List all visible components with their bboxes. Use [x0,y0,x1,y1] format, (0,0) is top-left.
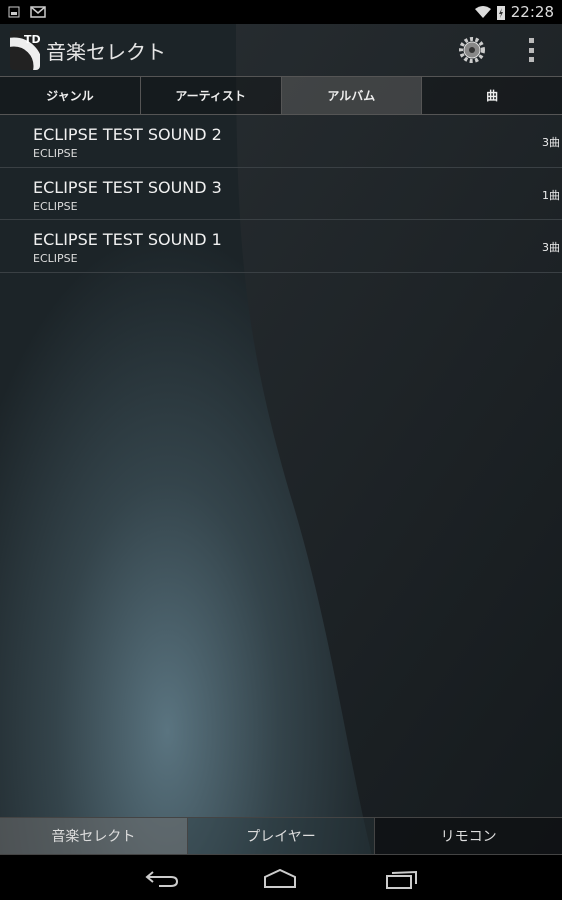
tab-genre[interactable]: ジャンル [0,77,140,114]
home-icon[interactable] [263,869,297,889]
list-item[interactable]: ECLIPSE TEST SOUND 3 ECLIPSE 1曲 [0,168,562,220]
album-artist: ECLIPSE [33,252,78,265]
song-count: 3曲 [542,136,560,149]
app: 22:28 TD 音楽セレクト ジャンル アーティスト アルバム 曲 ECLIP… [0,0,562,900]
album-list: ECLIPSE TEST SOUND 2 ECLIPSE 3曲 ECLIPSE TE… [0,115,562,273]
tab-player[interactable]: プレイヤー [186,818,375,854]
clock: 22:28 [510,3,554,21]
page-title: 音楽セレクト [46,39,166,64]
album-artist: ECLIPSE [33,147,78,160]
song-count: 3曲 [542,241,560,254]
tab-album[interactable]: アルバム [280,77,422,114]
nav-bar [0,855,562,900]
wifi-icon [474,6,491,18]
battery-charging-icon [496,5,505,20]
settings-gear-icon[interactable] [458,36,486,64]
back-icon[interactable] [145,869,179,889]
image-icon [8,6,20,18]
action-bar: TD 音楽セレクト [0,24,562,76]
list-item[interactable]: ECLIPSE TEST SOUND 2 ECLIPSE 3曲 [0,115,562,168]
album-artist: ECLIPSE [33,199,78,213]
album-name: ECLIPSE TEST SOUND 3 [33,177,222,197]
recents-icon[interactable] [385,868,419,890]
gmail-icon [30,6,46,18]
album-name: ECLIPSE TEST SOUND 2 [33,125,222,144]
tab-remote[interactable]: リモコン [374,818,562,854]
bottom-tabs: 音楽セレクト プレイヤー リモコン [0,817,562,855]
svg-text:TD: TD [24,33,40,46]
list-item[interactable]: ECLIPSE TEST SOUND 1 ECLIPSE 3曲 [0,220,562,273]
overflow-menu-icon[interactable] [526,38,536,62]
song-count: 1曲 [542,188,560,202]
status-bar: 22:28 [0,0,562,24]
tab-music-select[interactable]: 音楽セレクト [0,818,187,854]
category-tabs: ジャンル アーティスト アルバム 曲 [0,76,562,115]
album-name: ECLIPSE TEST SOUND 1 [33,230,222,249]
app-logo[interactable]: TD [10,30,40,70]
tab-artist[interactable]: アーティスト [139,77,281,114]
tab-song[interactable]: 曲 [421,77,562,114]
